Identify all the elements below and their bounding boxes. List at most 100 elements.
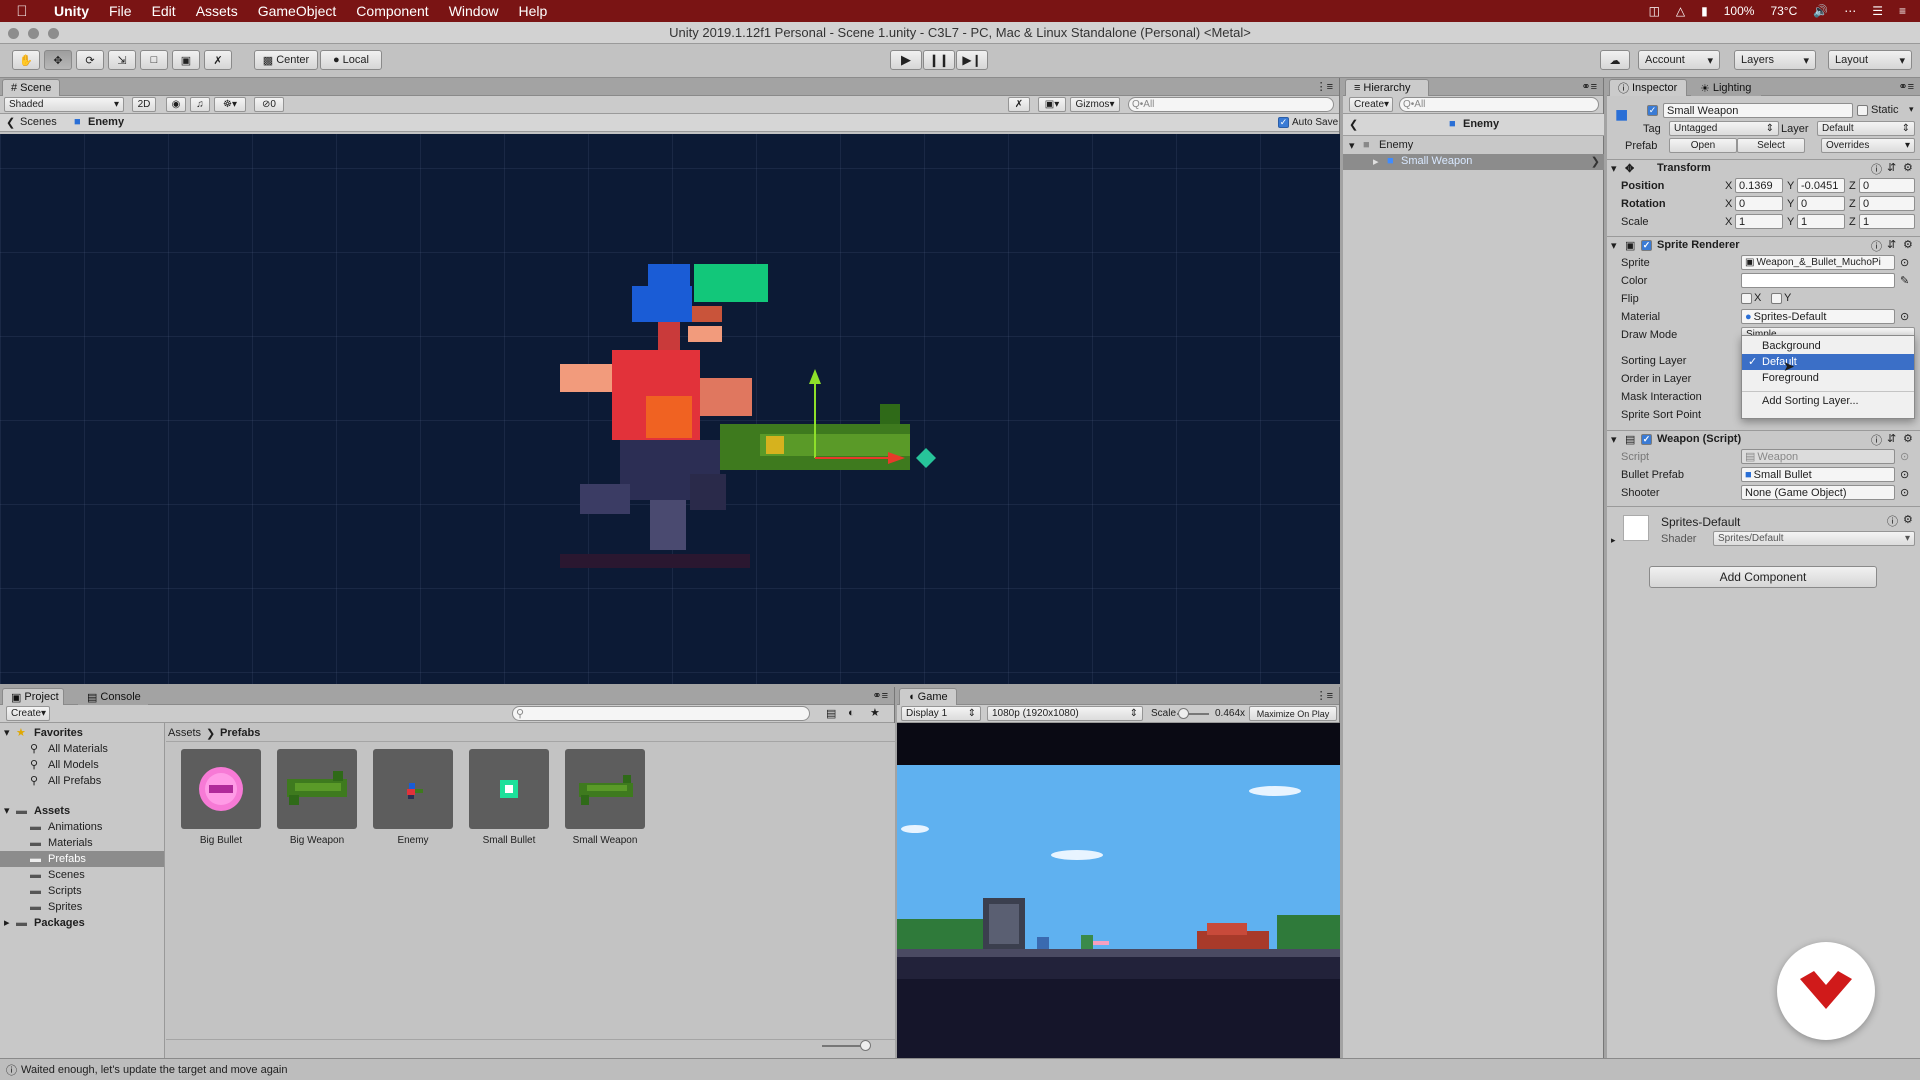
folder-materials[interactable]: ▬ Materials <box>0 835 164 851</box>
sorting-layer-option-background[interactable]: Background <box>1742 338 1914 354</box>
transform-tool-button[interactable]: ▣ <box>172 50 200 70</box>
help-icon[interactable]: ⓘ <box>1871 161 1882 177</box>
menu-edit[interactable]: Edit <box>142 3 186 19</box>
camera-dropdown[interactable]: ▣▾ <box>1038 97 1066 112</box>
menu-component[interactable]: Component <box>346 3 438 19</box>
folder-prefabs[interactable]: ▬ Prefabs <box>0 851 164 867</box>
rotate-tool-button[interactable]: ⟳ <box>76 50 104 70</box>
scale-z-input[interactable]: 1 <box>1859 214 1915 229</box>
static-dropdown-icon[interactable]: ▾ <box>1909 104 1914 115</box>
panel-menu-icon[interactable]: ⋮≡ <box>1316 80 1333 93</box>
eyedropper-icon[interactable]: ✎ <box>1900 274 1909 287</box>
rotation-x-input[interactable]: 0 <box>1735 196 1783 211</box>
project-create-dropdown[interactable]: Create ▾ <box>6 706 50 721</box>
object-name-input[interactable]: Small Weapon <box>1663 103 1853 118</box>
back-arrow-icon[interactable]: ❮ <box>1349 118 1358 131</box>
tab-scene[interactable]: # Scene <box>2 79 60 96</box>
folder-sprites[interactable]: ▬ Sprites <box>0 899 164 915</box>
list-icon[interactable]: ≡ <box>1899 4 1906 18</box>
folder-animations[interactable]: ▬ Animations <box>0 819 164 835</box>
favorites-row[interactable]: ▾ ★ Favorites <box>0 725 164 741</box>
hierarchy-search-input[interactable]: Q•All <box>1399 97 1599 112</box>
menu-window[interactable]: Window <box>439 3 509 19</box>
material-field[interactable]: ● Sprites-Default <box>1741 309 1895 324</box>
scale-tool-button[interactable]: ⇲ <box>108 50 136 70</box>
asset-tile-small-bullet[interactable] <box>469 749 549 829</box>
sprite-renderer-enabled-checkbox[interactable]: ✓ <box>1641 240 1652 251</box>
menu-file[interactable]: File <box>99 3 142 19</box>
close-window-button[interactable] <box>8 28 19 39</box>
panel-menu-icon[interactable]: ⋮≡ <box>1316 689 1333 702</box>
bullet-prefab-field[interactable]: ■ Small Bullet <box>1741 467 1895 482</box>
favorite-all-prefabs[interactable]: ⚲ All Prefabs <box>0 773 164 789</box>
prefab-overrides-dropdown[interactable]: Overrides ▾ <box>1821 138 1915 153</box>
help-icon[interactable]: ⓘ <box>1871 238 1882 254</box>
project-search-input[interactable]: ⚲ <box>512 706 810 721</box>
preset-icon[interactable]: ⇵ <box>1887 238 1896 251</box>
transform-header[interactable]: ▾ ✥ Transform ⓘ ⇵ ⚙ <box>1607 159 1920 176</box>
prefab-select-button[interactable]: Select <box>1737 138 1805 153</box>
lock-icon[interactable]: ⚭≡ <box>1581 80 1597 93</box>
display-dropdown[interactable]: Display 1 ⇕ <box>901 706 981 721</box>
zoom-window-button[interactable] <box>48 28 59 39</box>
hand-tool-button[interactable]: ✋ <box>12 50 40 70</box>
audio-toggle[interactable]: ♫ <box>190 97 210 112</box>
folder-scenes[interactable]: ▬ Scenes <box>0 867 164 883</box>
folder-scripts[interactable]: ▬ Scripts <box>0 883 164 899</box>
step-button[interactable]: ▶❙ <box>956 50 988 70</box>
foldout-arrow-icon[interactable]: ▸ <box>1611 535 1616 546</box>
lock-icon[interactable]: ⚭≡ <box>1898 80 1914 93</box>
filter-label-icon[interactable]: ◐ <box>848 707 855 719</box>
volume-icon[interactable]: 🔊 <box>1813 4 1828 18</box>
lock-icon[interactable]: ⚭≡ <box>872 689 888 702</box>
object-picker-icon[interactable]: ⊙ <box>1900 256 1909 269</box>
tab-project[interactable]: ▣ Project <box>2 688 64 705</box>
effects-dropdown[interactable]: ☸▾ <box>214 97 246 112</box>
favorite-all-models[interactable]: ⚲ All Models <box>0 757 164 773</box>
game-viewport[interactable] <box>897 723 1340 1058</box>
sprite-field[interactable]: ▣ Weapon_&_Bullet_MuchoPi <box>1741 255 1895 270</box>
account-dropdown[interactable]: Account ▾ <box>1638 50 1720 70</box>
filter-type-icon[interactable]: ▤ <box>826 707 836 720</box>
foldout-arrow-icon[interactable]: ▾ <box>1611 239 1617 252</box>
weapon-script-header[interactable]: ▾ ▤ ✓ Weapon (Script) ⓘ ⇵ ⚙ <box>1607 430 1920 447</box>
scale-y-input[interactable]: 1 <box>1797 214 1845 229</box>
asset-tile-small-weapon[interactable] <box>565 749 645 829</box>
play-button[interactable]: ▶ <box>890 50 922 70</box>
menu-help[interactable]: Help <box>508 3 557 19</box>
help-icon[interactable]: ⓘ <box>1887 513 1898 529</box>
menu-gameobject[interactable]: GameObject <box>248 3 347 19</box>
weapon-enabled-checkbox[interactable]: ✓ <box>1641 434 1652 445</box>
add-sorting-layer-option[interactable]: Add Sorting Layer... <box>1742 391 1914 407</box>
resolution-dropdown[interactable]: 1080p (1920x1080) ⇕ <box>987 706 1143 721</box>
back-arrow-icon[interactable]: ❮ <box>6 116 15 129</box>
crumb-scenes[interactable]: Scenes <box>20 116 57 128</box>
object-picker-icon[interactable]: ⊙ <box>1900 468 1909 481</box>
shading-mode-dropdown[interactable]: Shaded ▾ <box>4 97 124 112</box>
shader-dropdown[interactable]: Sprites/Default ▾ <box>1713 531 1915 546</box>
pivot-local-button[interactable]: ● Local <box>320 50 382 70</box>
custom-tool-button[interactable]: ✗ <box>204 50 232 70</box>
tag-dropdown[interactable]: Untagged ⇕ <box>1669 121 1779 136</box>
crumb-assets[interactable]: Assets <box>168 727 201 739</box>
flip-y-checkbox[interactable] <box>1771 293 1782 304</box>
tab-inspector[interactable]: ⓘ Inspector <box>1609 79 1687 96</box>
tab-game[interactable]: ◖ Game <box>899 688 957 705</box>
position-x-input[interactable]: 0.1369 <box>1735 178 1783 193</box>
tools-toggle[interactable]: ✗ <box>1008 97 1030 112</box>
sidebar-icon[interactable]: ◫ <box>1649 4 1660 18</box>
expand-arrow-icon[interactable]: ▾ <box>1349 139 1355 152</box>
status-bar[interactable]: ⓘ Waited enough, let's update the target… <box>0 1058 1920 1080</box>
open-prefab-arrow-icon[interactable]: ❯ <box>1591 155 1600 168</box>
pause-button[interactable]: ❙❙ <box>923 50 955 70</box>
color-swatch[interactable] <box>1741 273 1895 288</box>
expand-arrow-icon[interactable]: ▾ <box>4 725 10 741</box>
gizmos-dropdown[interactable]: Gizmos ▾ <box>1070 97 1120 112</box>
object-picker-icon[interactable]: ⊙ <box>1900 310 1909 323</box>
menu-assets[interactable]: Assets <box>186 3 248 19</box>
menu-app[interactable]: Unity <box>44 3 99 19</box>
rotation-z-input[interactable]: 0 <box>1859 196 1915 211</box>
gear-icon[interactable]: ⚙ <box>1903 432 1913 445</box>
active-checkbox[interactable]: ✓ <box>1647 105 1658 116</box>
move-tool-button[interactable]: ✥ <box>44 50 72 70</box>
